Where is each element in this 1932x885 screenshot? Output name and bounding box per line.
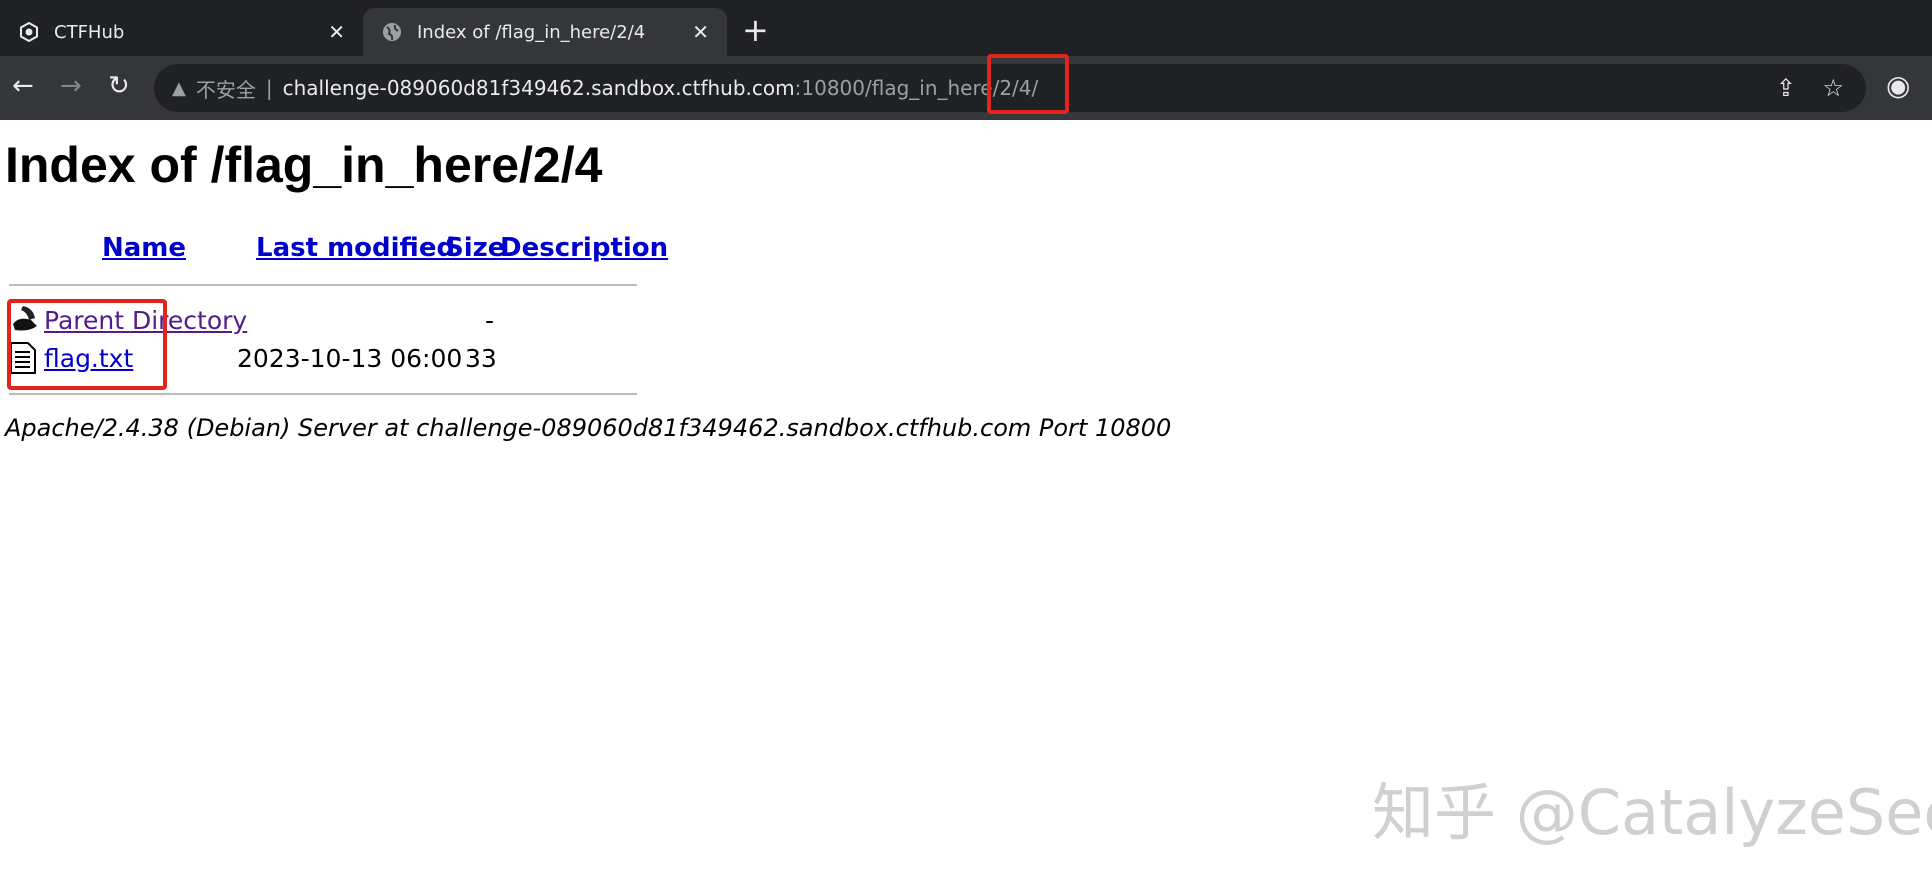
new-tab-button[interactable]: + — [742, 12, 769, 48]
page-title: Index of /flag_in_here/2/4 — [5, 137, 603, 193]
divider — [9, 284, 637, 286]
row-size: 33 — [465, 344, 497, 373]
column-name[interactable]: Name — [102, 233, 186, 263]
tab-bar: CTFHub ✕ Index of /flag_in_here/2/4 ✕ + — [0, 0, 1932, 56]
server-signature: Apache/2.4.38 (Debian) Server at challen… — [5, 414, 1172, 442]
column-last-modified[interactable]: Last modified — [256, 233, 455, 263]
column-size[interactable]: Size — [445, 233, 505, 263]
forward-arrow-icon[interactable]: → — [60, 70, 82, 102]
row-size: - — [485, 306, 495, 335]
highlight-box-url — [987, 54, 1069, 114]
close-icon[interactable]: ✕ — [692, 20, 709, 44]
row-last-modified: 2023-10-13 06:00 — [237, 344, 463, 373]
profile-icon[interactable]: ◉ — [1886, 70, 1910, 102]
tab-title: CTFHub — [54, 21, 125, 43]
close-icon[interactable]: ✕ — [328, 20, 345, 44]
back-arrow-icon[interactable]: ← — [12, 70, 34, 102]
warning-icon: ▲ — [172, 77, 186, 99]
tab-ctfhub[interactable]: CTFHub ✕ — [0, 8, 363, 56]
reload-icon[interactable]: ↻ — [108, 70, 130, 102]
column-description[interactable]: Description — [500, 233, 668, 263]
ctfhub-logo-icon — [18, 21, 40, 43]
globe-icon — [381, 21, 403, 43]
divider: | — [265, 76, 273, 100]
star-icon[interactable]: ☆ — [1822, 74, 1844, 102]
highlight-box-flag — [7, 299, 167, 390]
tab-title: Index of /flag_in_here/2/4 — [417, 21, 646, 43]
security-label: 不安全 — [195, 77, 256, 102]
watermark: 知乎 @CatalyzeSec — [1372, 776, 1932, 849]
toolbar: ← → ↻ ▲ 不安全 | challenge-089060d81f349462… — [0, 56, 1932, 120]
divider — [9, 393, 637, 395]
tab-index[interactable]: Index of /flag_in_here/2/4 ✕ — [363, 8, 727, 56]
share-icon[interactable]: ⇪ — [1776, 74, 1796, 102]
url-host: challenge-089060d81f349462.sandbox.ctfhu… — [282, 76, 795, 100]
